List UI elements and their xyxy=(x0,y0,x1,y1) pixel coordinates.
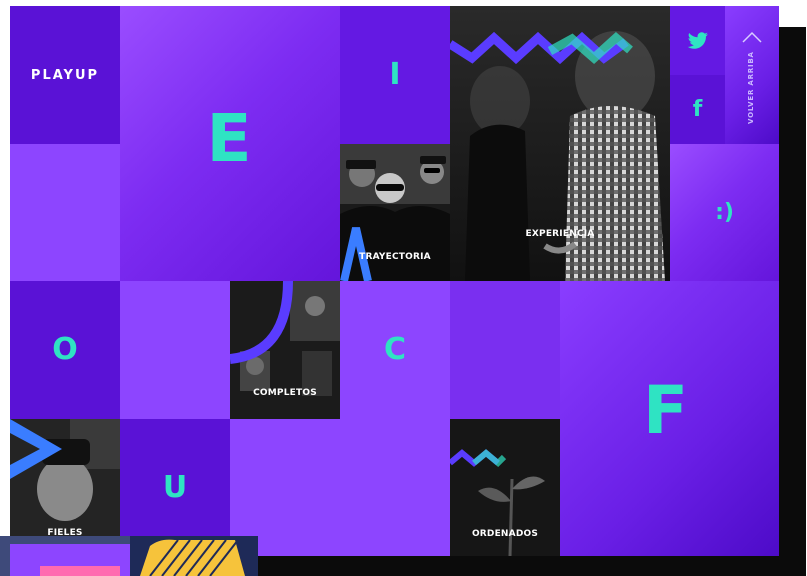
brand-logo[interactable]: PLAYUP xyxy=(31,68,99,83)
back-to-top-tile[interactable]: VOLVER ARRIBA xyxy=(725,6,779,144)
smile-face: :) xyxy=(715,199,734,225)
letter-u: U xyxy=(162,469,188,505)
empty-tile xyxy=(10,144,120,281)
tile-label-experiencia: EXPERIENCIA xyxy=(525,229,595,239)
twitter-tile[interactable] xyxy=(670,6,725,75)
letter-tile-f[interactable]: F xyxy=(560,281,779,556)
letter-i: I xyxy=(389,57,401,92)
letter-f: F xyxy=(642,371,689,449)
facebook-tile[interactable]: f xyxy=(670,75,725,144)
mosaic-grid: PLAYUP E I EXPERIENCIA f VOLVER ARRIBA T… xyxy=(10,6,779,556)
letter-tile-e[interactable]: E xyxy=(120,6,340,281)
logo-tile[interactable]: PLAYUP xyxy=(10,6,120,144)
tile-label-trayectoria: TRAYECTORIA xyxy=(359,252,431,262)
chevron-up-icon[interactable] xyxy=(741,30,763,44)
letter-tile-i[interactable]: I xyxy=(340,6,450,144)
preview-thumbnail[interactable] xyxy=(0,536,258,576)
tile-completos[interactable]: COMPLETOS xyxy=(230,281,340,419)
tile-label-ordenados: ORDENADOS xyxy=(471,529,539,539)
empty-tile xyxy=(120,281,230,419)
letter-c: C xyxy=(383,332,407,367)
twitter-icon[interactable] xyxy=(687,31,709,50)
letter-tile-c[interactable]: C xyxy=(340,281,450,419)
empty-tile xyxy=(450,281,560,419)
letter-tile-o[interactable]: O xyxy=(10,281,120,419)
tile-label-completos: COMPLETOS xyxy=(253,388,317,398)
empty-tile xyxy=(340,419,450,556)
tile-experiencia[interactable]: EXPERIENCIA xyxy=(450,6,670,281)
thumbnail-graphic xyxy=(0,536,258,576)
tile-ordenados[interactable]: ORDENADOS xyxy=(450,419,560,556)
facebook-icon[interactable]: f xyxy=(693,97,703,122)
letter-o: O xyxy=(52,332,78,367)
smile-tile[interactable]: :) xyxy=(670,144,779,281)
letter-e: E xyxy=(206,99,252,177)
completos-photo xyxy=(230,281,340,419)
tile-trayectoria[interactable]: TRAYECTORIA xyxy=(340,144,450,281)
experiencia-photo xyxy=(450,6,670,281)
back-to-top-label[interactable]: VOLVER ARRIBA xyxy=(747,51,755,124)
